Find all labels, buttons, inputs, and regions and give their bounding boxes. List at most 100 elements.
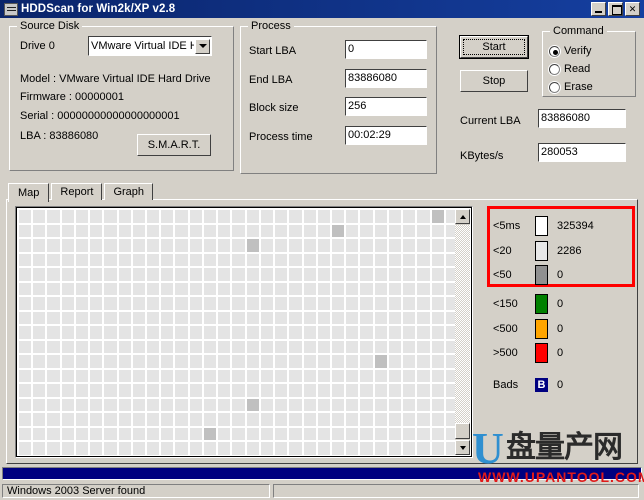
map-cell [403, 340, 416, 354]
map-cell [360, 398, 373, 412]
map-cell [118, 239, 131, 252]
map-cell [132, 427, 146, 441]
map-cell [75, 355, 89, 368]
map-cell [260, 427, 274, 441]
scroll-down-icon[interactable] [455, 440, 470, 455]
map-cell [317, 268, 330, 281]
map-cell [317, 282, 330, 296]
map-cell [19, 311, 32, 325]
process-time-input[interactable]: 00:02:29 [345, 126, 427, 145]
map-cell [331, 398, 345, 412]
block-size-label: Block size [249, 102, 299, 114]
map-cell [374, 326, 387, 339]
smart-button[interactable]: S.M.A.R.T. [137, 134, 211, 156]
surface-map-grid[interactable] [18, 209, 459, 456]
stop-button[interactable]: Stop [460, 70, 528, 92]
map-cell [203, 413, 217, 426]
map-cell [346, 355, 359, 368]
map-cell [331, 384, 345, 397]
map-cell [260, 224, 274, 238]
map-cell [303, 427, 316, 441]
map-cell [303, 355, 316, 368]
map-cell [232, 297, 245, 310]
map-cell [19, 297, 32, 310]
map-cell [232, 210, 245, 223]
current-lba-value[interactable]: 83886080 [538, 109, 626, 128]
map-cell [275, 210, 288, 223]
map-cell [90, 282, 103, 296]
drive-select[interactable]: VMware Virtual IDE H [88, 36, 212, 56]
map-cell [189, 384, 202, 397]
legend-swatch-3 [535, 294, 548, 314]
map-cell [331, 355, 345, 368]
map-cell [189, 297, 202, 310]
map-cell [75, 326, 89, 339]
map-cell [218, 239, 231, 252]
map-cell [104, 282, 117, 296]
source-disk-legend: Source Disk [17, 20, 83, 32]
map-cell [61, 427, 74, 441]
map-cell [104, 224, 117, 238]
map-cell [147, 413, 160, 426]
map-cell [104, 340, 117, 354]
radio-erase[interactable]: Erase [549, 81, 593, 93]
scroll-up-icon[interactable] [455, 209, 470, 224]
chevron-down-icon[interactable] [195, 38, 210, 54]
tab-map[interactable]: Map [8, 183, 50, 202]
map-vertical-scrollbar[interactable] [455, 209, 470, 455]
map-cell [118, 427, 131, 441]
close-button[interactable]: ✕ [625, 2, 640, 16]
scrollbar-thumb[interactable] [455, 423, 470, 439]
start-lba-input[interactable]: 0 [345, 40, 427, 59]
map-cell [275, 326, 288, 339]
map-cell [417, 239, 430, 252]
map-cell [417, 398, 430, 412]
start-button[interactable]: Start [459, 35, 529, 59]
disk-model: Model : VMware Virtual IDE Hard Drive [20, 73, 211, 85]
kbytes-value[interactable]: 280053 [538, 143, 626, 162]
map-cell [275, 340, 288, 354]
scrollbar-track[interactable] [455, 225, 470, 439]
map-cell [47, 355, 60, 368]
map-cell [360, 311, 373, 325]
map-cell [388, 326, 402, 339]
block-size-input[interactable]: 256 [345, 97, 427, 116]
map-cell [104, 384, 117, 397]
minimize-button[interactable] [591, 2, 606, 16]
drive-select-value: VMware Virtual IDE H [91, 40, 194, 52]
map-cell [275, 369, 288, 383]
map-cell [189, 398, 202, 412]
map-cell [431, 398, 444, 412]
map-cell [203, 297, 217, 310]
disk-lba: LBA : 83886080 [20, 130, 99, 142]
map-cell [90, 297, 103, 310]
map-cell [19, 326, 32, 339]
map-cell [75, 297, 89, 310]
map-cell [388, 239, 402, 252]
map-cell [203, 340, 217, 354]
map-cell [331, 369, 345, 383]
map-cell [104, 326, 117, 339]
radio-read[interactable]: Read [549, 63, 590, 75]
map-cell [303, 282, 316, 296]
map-cell [175, 369, 188, 383]
legend-count-bads: 0 [557, 379, 564, 391]
map-cell [132, 268, 146, 281]
map-cell [374, 384, 387, 397]
tab-graph[interactable]: Graph [104, 183, 154, 200]
map-cell [33, 355, 46, 368]
map-cell [19, 427, 32, 441]
end-lba-input[interactable]: 83886080 [345, 69, 427, 88]
status-secondary [273, 484, 639, 498]
legend-swatch-4 [535, 319, 548, 339]
maximize-button[interactable] [608, 2, 623, 16]
radio-verify[interactable]: Verify [549, 45, 592, 57]
tab-report[interactable]: Report [51, 183, 103, 200]
map-cell [289, 442, 302, 455]
map-cell [132, 398, 146, 412]
map-cell [33, 442, 46, 455]
map-cell [218, 268, 231, 281]
legend-row-5: >500 0 [493, 343, 631, 363]
map-cell [175, 398, 188, 412]
map-cell [61, 224, 74, 238]
